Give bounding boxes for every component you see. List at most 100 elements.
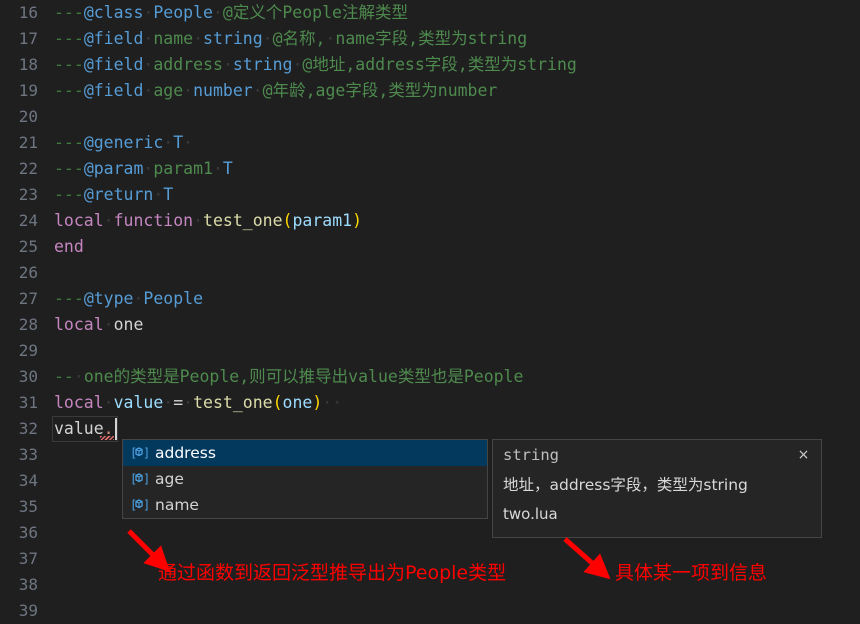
code-token: @定义个People注解类型 [222, 3, 408, 22]
autocomplete-item[interactable]: [] address [123, 440, 487, 466]
code-token: · [212, 3, 223, 22]
line-content: ---@field·address·string·@地址,address字段,类… [54, 52, 577, 78]
code-token: · [143, 3, 154, 22]
line-content: ---@return·T [54, 182, 173, 208]
code-line[interactable]: 27 ---@type·People [0, 286, 860, 312]
line-number: 38 [18, 575, 38, 594]
code-token: param1 [153, 159, 213, 178]
code-token: one [282, 393, 313, 412]
code-token: T [163, 185, 174, 204]
code-token: --- [54, 29, 84, 48]
code-token: --- [54, 133, 84, 152]
code-token: · [103, 393, 114, 412]
line-content: ---@field·age·number·@年龄,age字段,类型为number [54, 78, 497, 104]
code-line[interactable]: 20 [0, 104, 860, 130]
code-token: People [143, 289, 204, 308]
code-token: age [153, 81, 184, 100]
autocomplete-popup[interactable]: [] address [] age [] name [122, 439, 488, 519]
code-token: local [54, 315, 104, 334]
annotation-item-detail: 具体某一项到信息 [615, 562, 768, 584]
code-line[interactable]: 25 end [0, 234, 860, 260]
code-line[interactable]: 39 [0, 598, 860, 624]
line-content: local·function·test_one(param1) [54, 208, 362, 234]
code-token: People [153, 3, 213, 22]
code-token: @class [83, 3, 144, 22]
line-number: 31 [18, 393, 38, 412]
code-token: ) [312, 393, 323, 412]
annotation-generic-inference: 通过函数到返回泛型推导出为People类型 [158, 562, 507, 584]
line-number: 17 [18, 29, 38, 48]
autocomplete-item-label: name [155, 496, 199, 514]
code-line[interactable]: 16 ---@class·People·@定义个People注解类型 [0, 0, 860, 26]
code-token: · [183, 133, 194, 152]
code-token: · [73, 367, 84, 386]
line-content: local·value·=·test_one(one)·· [54, 390, 342, 416]
code-token: · [143, 29, 154, 48]
code-line[interactable]: 21 ---@generic·T· [0, 130, 860, 156]
line-number: 34 [18, 471, 38, 490]
code-token: value [113, 393, 164, 412]
documentation-panel[interactable]: string 地址，address字段，类型为string two.lua × [492, 439, 822, 538]
code-line[interactable]: 23 ---@return·T [0, 182, 860, 208]
line-content: end [54, 234, 84, 260]
code-token: · [292, 55, 303, 74]
code-token: @名称, [272, 29, 326, 48]
code-token: address [153, 55, 223, 74]
code-line[interactable]: 18 ---@field·address·string·@地址,address字段… [0, 52, 860, 78]
code-token: · [103, 211, 114, 230]
code-line[interactable]: 22 ---@param·param1·T [0, 156, 860, 182]
code-line[interactable]: 29 [0, 338, 860, 364]
autocomplete-item-label: age [155, 470, 184, 488]
code-line[interactable]: 24 local·function·test_one(param1) [0, 208, 860, 234]
code-line[interactable]: 28 local·one [0, 312, 860, 338]
field-icon: [] [129, 444, 149, 462]
doc-type-signature: string [503, 446, 559, 464]
error-squiggle [99, 436, 114, 440]
code-token: ( [282, 211, 293, 230]
code-token: local [54, 211, 104, 230]
code-token: · [193, 211, 204, 230]
code-token: · [143, 55, 154, 74]
code-token: T [222, 159, 233, 178]
code-line[interactable]: 26 [0, 260, 860, 286]
code-token: T [173, 133, 184, 152]
code-token: @field [83, 29, 144, 48]
code-line[interactable]: 17 ---@field·name·string·@名称,·name字段,类型为s… [0, 26, 860, 52]
code-token: name字段,类型为string [335, 29, 528, 48]
code-token: @field [83, 81, 144, 100]
code-token: end [54, 237, 84, 256]
code-token: @type [83, 289, 134, 308]
code-line[interactable]: 19 ---@field·age·number·@年龄,age字段,类型为numb… [0, 78, 860, 104]
code-line[interactable]: 30 --·one的类型是People,则可以推导出value类型也是People [0, 364, 860, 390]
code-token: · [143, 81, 154, 100]
field-icon: [] [129, 470, 149, 488]
text-caret [114, 418, 117, 440]
code-token: name [153, 29, 194, 48]
autocomplete-item[interactable]: [] name [123, 492, 487, 518]
line-content: ---@param·param1·T [54, 156, 233, 182]
code-token: --- [54, 159, 84, 178]
line-number: 27 [18, 289, 38, 308]
close-icon[interactable]: × [795, 447, 812, 464]
code-token: @return [83, 185, 154, 204]
code-token: · [325, 29, 336, 48]
code-token: string [203, 29, 263, 48]
code-token: · [143, 159, 154, 178]
code-token: · [163, 133, 174, 152]
autocomplete-item[interactable]: [] age [123, 466, 487, 492]
code-line[interactable]: 31 local·value·=·test_one(one)·· [0, 390, 860, 416]
code-token: · [163, 393, 174, 412]
doc-description: 地址，address字段，类型为string [503, 476, 748, 494]
line-number: 19 [18, 81, 38, 100]
autocomplete-item-label: address [155, 444, 216, 462]
line-content: ---@generic·T· [54, 130, 193, 156]
line-number: 20 [18, 107, 38, 126]
code-token: · [222, 55, 233, 74]
code-token: @param [83, 159, 144, 178]
code-token: @field [83, 55, 144, 74]
line-number: 35 [18, 497, 38, 516]
doc-source-file: two.lua [503, 505, 558, 523]
code-token: test_one [203, 211, 283, 230]
line-number: 37 [18, 549, 38, 568]
code-token: string [232, 55, 293, 74]
